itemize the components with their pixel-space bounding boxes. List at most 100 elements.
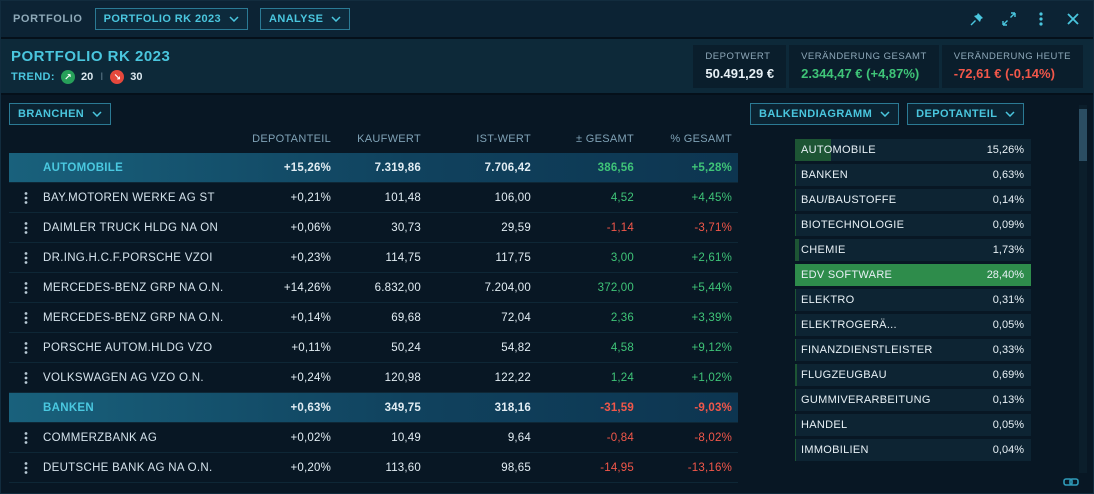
row-kebab-icon[interactable] [9, 281, 43, 295]
table-row[interactable]: PORSCHE AUTOM.HLDG VZO +0,11% 50,24 54,8… [9, 333, 738, 363]
chart-metric-value: DEPOTANTEIL [916, 108, 997, 120]
link-icon[interactable] [1063, 476, 1079, 488]
column-header-gesamt[interactable]: ± GESAMT [537, 133, 640, 145]
table-row[interactable]: COMMERZBANK AG +0,02% 10,49 9,64 -0,84 -… [9, 423, 738, 453]
cell-depotanteil: +0,14% [242, 312, 337, 324]
instrument-name: VOLKSWAGEN AG VZO O.N. [43, 372, 242, 384]
cell-depotanteil: +0,63% [242, 402, 337, 414]
table-row[interactable]: AUTOMOBILE +15,26% 7.319,86 7.706,42 386… [9, 153, 738, 183]
cell-istwert: 117,75 [427, 252, 537, 264]
sector-bar [795, 164, 796, 186]
sector-bar-row[interactable]: FINANZDIENSTLEISTER 0,33% [795, 339, 1031, 361]
sector-bar-row[interactable]: GUMMIVERARBEITUNG 0,13% [795, 389, 1031, 411]
row-kebab-icon[interactable] [9, 371, 43, 385]
sector-bar-row[interactable]: ELEKTROGERÄ... 0,05% [795, 314, 1031, 336]
sector-chart-rows: AUTOMOBILE 15,26% BANKEN 0,63% BAU/BAUST… [795, 139, 1031, 461]
row-kebab-icon[interactable] [9, 161, 43, 175]
sector-label: ELEKTROGERÄ... [801, 314, 897, 336]
branchen-dropdown-value: BRANCHEN [18, 108, 84, 120]
trend-down-count: 30 [130, 71, 142, 83]
portfolio-select-dropdown[interactable]: PORTFOLIO RK 2023 [95, 8, 248, 30]
cell-istwert: 29,59 [427, 222, 537, 234]
row-kebab-icon[interactable] [9, 191, 43, 205]
veraenderung-heute-value: -72,61 € (-0,14%) [954, 66, 1071, 81]
cell-kaufwert: 113,60 [337, 462, 427, 474]
column-header-istwert[interactable]: IST-WERT [427, 133, 537, 145]
kebab-menu-icon[interactable] [1033, 11, 1049, 27]
table-row[interactable]: BAY.MOTOREN WERKE AG ST +0,21% 101,48 10… [9, 183, 738, 213]
table-row[interactable]: VOLKSWAGEN AG VZO O.N. +0,24% 120,98 122… [9, 363, 738, 393]
row-kebab-icon[interactable] [9, 251, 43, 265]
sector-label: IMMOBILIEN [801, 439, 869, 461]
cell-pct-gesamt: -13,16% [640, 462, 738, 474]
instrument-name: AUTOMOBILE [43, 162, 242, 174]
vertical-scrollbar[interactable] [1079, 105, 1087, 473]
sector-bar-row[interactable]: CHEMIE 1,73% [795, 239, 1031, 261]
portfolio-select-value: PORTFOLIO RK 2023 [104, 13, 221, 25]
cell-kaufwert: 69,68 [337, 312, 427, 324]
sector-value: 0,04% [993, 439, 1024, 461]
scrollbar-thumb[interactable] [1079, 109, 1087, 161]
column-header-kaufwert[interactable]: KAUFWERT [337, 133, 427, 145]
chart-type-dropdown[interactable]: BALKENDIAGRAMM [750, 103, 899, 125]
sector-bar-row[interactable]: IMMOBILIEN 0,04% [795, 439, 1031, 461]
table-row[interactable]: BANKEN +0,63% 349,75 318,16 -31,59 -9,03… [9, 393, 738, 423]
row-kebab-icon[interactable] [9, 341, 43, 355]
instrument-name: DR.ING.H.C.F.PORSCHE VZOI [43, 252, 242, 264]
chart-metric-dropdown[interactable]: DEPOTANTEIL [907, 103, 1024, 125]
row-kebab-icon[interactable] [9, 401, 43, 415]
row-kebab-icon[interactable] [9, 431, 43, 445]
cell-depotanteil: +0,24% [242, 372, 337, 384]
cell-pct-gesamt: +2,61% [640, 252, 738, 264]
portfolio-widget: PORTFOLIO PORTFOLIO RK 2023 ANALYSE PORT… [0, 0, 1094, 494]
table-row[interactable]: DAIMLER TRUCK HLDG NA ON +0,06% 30,73 29… [9, 213, 738, 243]
table-row[interactable]: DEUTSCHE BANK AG NA O.N. +0,20% 113,60 9… [9, 453, 738, 483]
page-title: PORTFOLIO RK 2023 [11, 48, 693, 65]
cell-istwert: 98,65 [427, 462, 537, 474]
column-header-pct-gesamt[interactable]: % GESAMT [640, 133, 738, 145]
branchen-dropdown[interactable]: BRANCHEN [9, 103, 111, 125]
sector-value: 0,63% [993, 164, 1024, 186]
cell-istwert: 7.204,00 [427, 282, 537, 294]
sector-label: BANKEN [801, 164, 848, 186]
table-row[interactable]: MERCEDES-BENZ GRP NA O.N. +14,26% 6.832,… [9, 273, 738, 303]
sector-bar-row[interactable]: AUTOMOBILE 15,26% [795, 139, 1031, 161]
instrument-name: BAY.MOTOREN WERKE AG ST [43, 192, 242, 204]
cell-gesamt: -14,95 [537, 462, 640, 474]
cell-istwert: 72,04 [427, 312, 537, 324]
trend-separator: I [99, 71, 104, 83]
pin-icon[interactable] [969, 11, 985, 27]
table-row[interactable]: MERCEDES-BENZ GRP NA O.N. +0,14% 69,68 7… [9, 303, 738, 333]
sector-bar-row[interactable]: BANKEN 0,63% [795, 164, 1031, 186]
table-row[interactable]: DR.ING.H.C.F.PORSCHE VZOI +0,23% 114,75 … [9, 243, 738, 273]
analyse-dropdown[interactable]: ANALYSE [260, 8, 350, 30]
cell-kaufwert: 6.832,00 [337, 282, 427, 294]
row-kebab-icon[interactable] [9, 221, 43, 235]
expand-icon[interactable] [1001, 11, 1017, 27]
cell-depotanteil: +0,06% [242, 222, 337, 234]
row-kebab-icon[interactable] [9, 311, 43, 325]
close-icon[interactable] [1065, 11, 1081, 27]
cell-gesamt: 4,58 [537, 342, 640, 354]
cell-depotanteil: +0,21% [242, 192, 337, 204]
cell-pct-gesamt: -8,02% [640, 432, 738, 444]
sector-bar-row[interactable]: ELEKTRO 0,31% [795, 289, 1031, 311]
sector-label: EDV SOFTWARE [801, 264, 892, 286]
sector-value: 28,40% [987, 264, 1024, 286]
cell-pct-gesamt: +4,45% [640, 192, 738, 204]
cell-istwert: 122,22 [427, 372, 537, 384]
sector-bar-row[interactable]: EDV SOFTWARE 28,40% [795, 264, 1031, 286]
sector-label: ELEKTRO [801, 289, 854, 311]
sector-bar-row[interactable]: BIOTECHNOLOGIE 0,09% [795, 214, 1031, 236]
column-header-depotanteil[interactable]: DEPOTANTEIL [242, 133, 337, 145]
cell-depotanteil: +15,26% [242, 162, 337, 174]
sector-value: 0,05% [993, 414, 1024, 436]
veraenderung-gesamt-value: 2.344,47 € (+4,87%) [801, 66, 927, 81]
sector-label: FINANZDIENSTLEISTER [801, 339, 933, 361]
row-kebab-icon[interactable] [9, 461, 43, 475]
sector-bar-row[interactable]: HANDEL 0,05% [795, 414, 1031, 436]
sector-bar-row[interactable]: FLUGZEUGBAU 0,69% [795, 364, 1031, 386]
depotwert-value: 50.491,29 € [705, 66, 774, 81]
sector-bar-row[interactable]: BAU/BAUSTOFFE 0,14% [795, 189, 1031, 211]
cell-pct-gesamt: +1,02% [640, 372, 738, 384]
